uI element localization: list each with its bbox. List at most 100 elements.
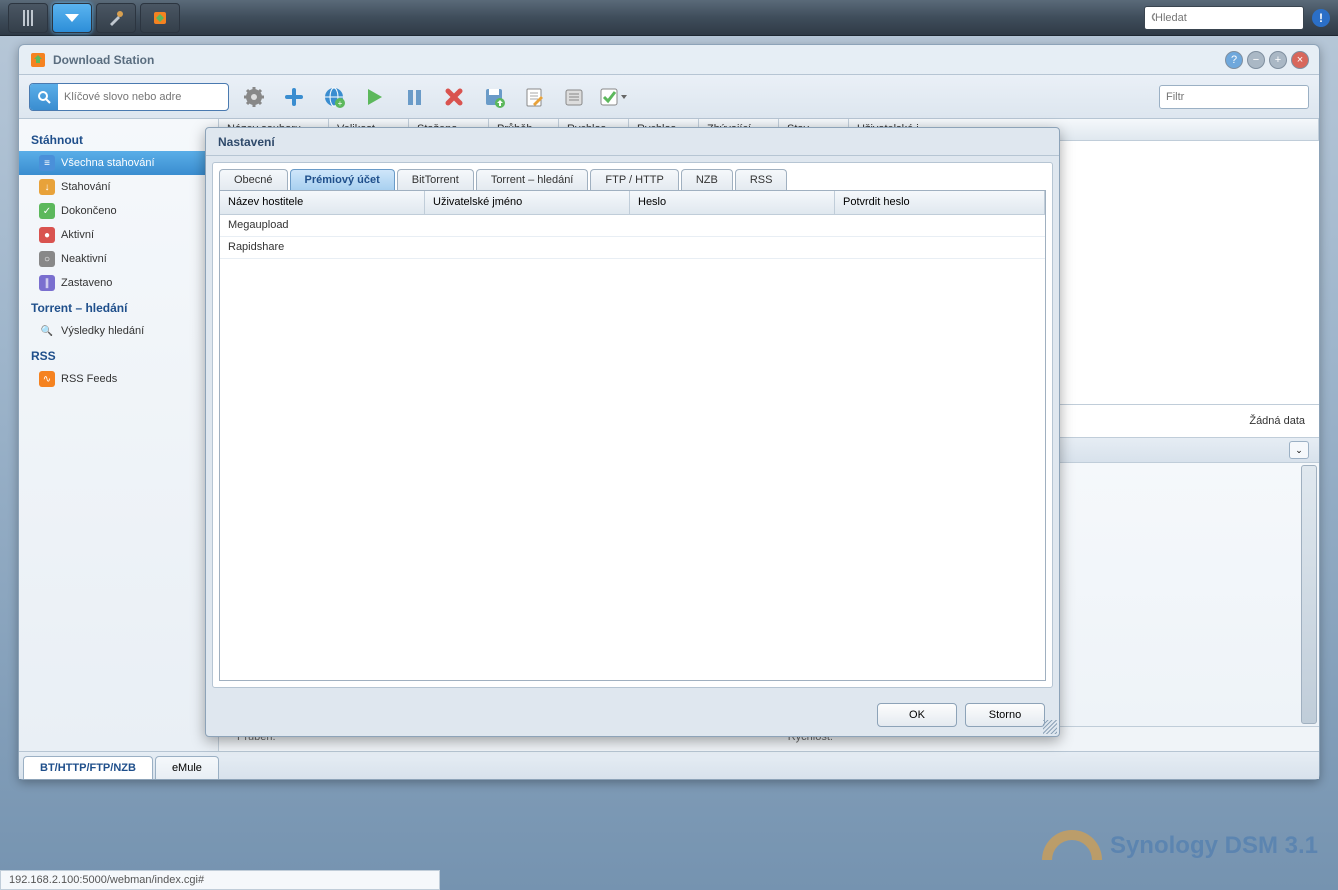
maximize-button[interactable]: +: [1269, 51, 1287, 69]
sidebar-item-label: Dokončeno: [61, 205, 117, 217]
toolbar: +: [19, 75, 1319, 119]
taskbar-app-button[interactable]: [140, 3, 180, 33]
list-icon: ≡: [39, 155, 55, 171]
window-titlebar[interactable]: Download Station ? − + ×: [19, 45, 1319, 75]
taskbar-tools-button[interactable]: [96, 3, 136, 33]
taskbar-menu-button[interactable]: [52, 3, 92, 33]
search-icon: 🔍: [39, 323, 55, 339]
edit-button[interactable]: [519, 82, 549, 112]
cell-pass: [630, 237, 835, 258]
keyword-search-box[interactable]: [29, 83, 229, 111]
table-row[interactable]: Megaupload: [220, 215, 1045, 237]
global-search-input[interactable]: [1155, 12, 1297, 24]
bottom-tabs: BT/HTTP/FTP/NZB eMule: [19, 751, 1319, 779]
dialog-footer: OK Storno: [206, 694, 1059, 736]
minimize-button[interactable]: −: [1247, 51, 1265, 69]
dialog-content: Název hostitele Uživatelské jméno Heslo …: [219, 190, 1046, 681]
pause-button[interactable]: [399, 82, 429, 112]
dtab-torrent-search[interactable]: Torrent – hledání: [476, 169, 589, 190]
sidebar-item-label: Zastaveno: [61, 277, 112, 289]
filter-input[interactable]: [1166, 91, 1308, 103]
active-icon: ●: [39, 227, 55, 243]
dcol-password[interactable]: Heslo: [630, 191, 835, 214]
delete-button[interactable]: [439, 82, 469, 112]
filter-box[interactable]: [1159, 85, 1309, 109]
dtab-bittorrent[interactable]: BitTorrent: [397, 169, 474, 190]
sidebar-item-label: RSS Feeds: [61, 373, 117, 385]
keyword-search-input[interactable]: [58, 91, 228, 103]
download-station-icon: [29, 51, 47, 69]
sidebar-item-paused[interactable]: ∥ Zastaveno: [19, 271, 218, 295]
sidebar-item-completed[interactable]: ✓ Dokončeno: [19, 199, 218, 223]
sidebar-item-label: Stahování: [61, 181, 111, 193]
dtab-premium[interactable]: Prémiový účet: [290, 169, 395, 190]
tab-emule[interactable]: eMule: [155, 756, 219, 779]
check-dropdown-button[interactable]: [599, 82, 629, 112]
dcol-hostname[interactable]: Název hostitele: [220, 191, 425, 214]
sidebar-item-label: Všechna stahování: [61, 157, 155, 169]
sidebar-item-active[interactable]: ● Aktivní: [19, 223, 218, 247]
list-button[interactable]: [559, 82, 589, 112]
sidebar-item-label: Aktivní: [61, 229, 94, 241]
help-button[interactable]: ?: [1225, 51, 1243, 69]
cell-confirm: [835, 215, 1045, 236]
sidebar-item-downloading[interactable]: ↓ Stahování: [19, 175, 218, 199]
top-taskbar: !: [0, 0, 1338, 36]
cell-host: Megaupload: [220, 215, 425, 236]
resume-button[interactable]: [359, 82, 389, 112]
sidebar: Stáhnout ≡ Všechna stahování ↓ Stahování ✓…: [19, 119, 219, 751]
cell-pass: [630, 215, 835, 236]
info-icon[interactable]: !: [1312, 9, 1330, 27]
svg-text:+: +: [338, 99, 343, 108]
global-search-box[interactable]: [1144, 6, 1304, 30]
expand-collapse-button[interactable]: ⌄: [1289, 441, 1309, 459]
sidebar-item-all[interactable]: ≡ Všechna stahování: [19, 151, 218, 175]
dtab-general[interactable]: Obecné: [219, 169, 288, 190]
dialog-tabs: Obecné Prémiový účet BitTorrent Torrent …: [213, 163, 1052, 190]
ok-button[interactable]: OK: [877, 703, 957, 727]
watermark-text: Synology DSM 3.1: [1110, 832, 1318, 860]
status-text: 192.168.2.100:5000/webman/index.cgi#: [9, 874, 204, 886]
add-button[interactable]: [279, 82, 309, 112]
watermark: Synology DSM 3.1: [1042, 830, 1318, 860]
add-url-button[interactable]: +: [319, 82, 349, 112]
dtab-rss[interactable]: RSS: [735, 169, 788, 190]
browser-status-bar: 192.168.2.100:5000/webman/index.cgi#: [0, 870, 440, 890]
taskbar-handle[interactable]: [8, 3, 48, 33]
save-button[interactable]: [479, 82, 509, 112]
resize-grip[interactable]: [1043, 720, 1057, 734]
sidebar-item-label: Neaktivní: [61, 253, 107, 265]
dialog-columns: Název hostitele Uživatelské jméno Heslo …: [220, 191, 1045, 215]
rss-icon: ∿: [39, 371, 55, 387]
sidebar-section-rss: RSS: [19, 343, 218, 367]
cancel-button[interactable]: Storno: [965, 703, 1045, 727]
dtab-nzb[interactable]: NZB: [681, 169, 733, 190]
dcol-username[interactable]: Uživatelské jméno: [425, 191, 630, 214]
sidebar-item-inactive[interactable]: ○ Neaktivní: [19, 247, 218, 271]
search-icon-button[interactable]: [30, 84, 58, 110]
pause-icon: ∥: [39, 275, 55, 291]
cell-host: Rapidshare: [220, 237, 425, 258]
settings-button[interactable]: [239, 82, 269, 112]
cell-confirm: [835, 237, 1045, 258]
window-title: Download Station: [53, 53, 154, 67]
cell-user: [425, 237, 630, 258]
cell-user: [425, 215, 630, 236]
sidebar-item-label: Výsledky hledání: [61, 325, 144, 337]
dtab-ftp-http[interactable]: FTP / HTTP: [590, 169, 678, 190]
tab-bt-http-ftp-nzb[interactable]: BT/HTTP/FTP/NZB: [23, 756, 153, 779]
table-row[interactable]: Rapidshare: [220, 237, 1045, 259]
sidebar-section-torrent: Torrent – hledání: [19, 295, 218, 319]
settings-dialog: Nastavení Obecné Prémiový účet BitTorren…: [205, 127, 1060, 737]
dcol-confirm[interactable]: Potvrdit heslo: [835, 191, 1045, 214]
sidebar-item-rss-feeds[interactable]: ∿ RSS Feeds: [19, 367, 218, 391]
sidebar-section-download: Stáhnout: [19, 127, 218, 151]
dialog-title[interactable]: Nastavení: [206, 128, 1059, 156]
download-icon: ↓: [39, 179, 55, 195]
check-icon: ✓: [39, 203, 55, 219]
scrollbar[interactable]: [1301, 465, 1317, 724]
inactive-icon: ○: [39, 251, 55, 267]
close-button[interactable]: ×: [1291, 51, 1309, 69]
sidebar-item-search-results[interactable]: 🔍 Výsledky hledání: [19, 319, 218, 343]
arc-icon: [1042, 830, 1102, 860]
